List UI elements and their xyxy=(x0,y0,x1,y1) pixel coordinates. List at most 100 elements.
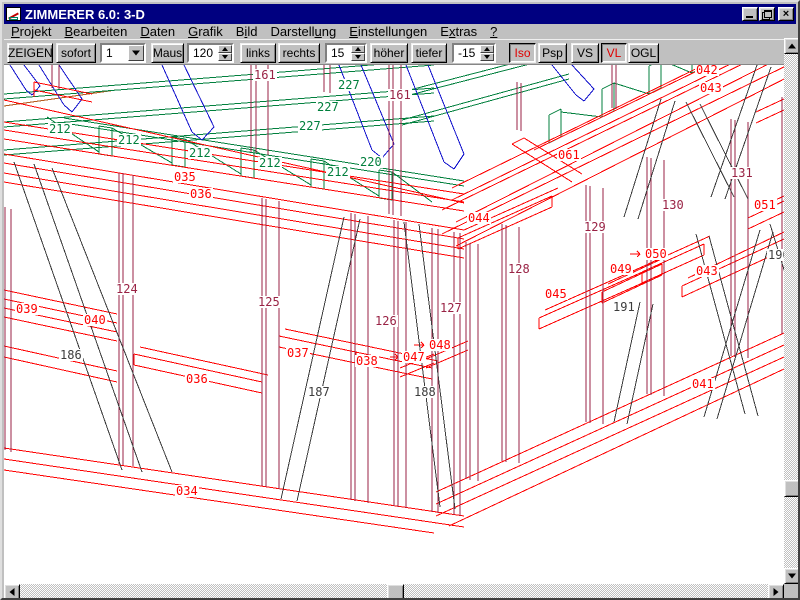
app-icon[interactable] xyxy=(6,7,21,21)
member-label-212: 212 xyxy=(49,122,71,136)
member-label-186: 186 xyxy=(60,348,82,362)
app-window: ZIMMERER 6.0: 3-D × ProjektBearbeitenDat… xyxy=(0,0,800,600)
minimize-button[interactable] xyxy=(742,7,758,21)
tiefer-button[interactable]: tiefer xyxy=(411,43,447,63)
member-label-212: 212 xyxy=(189,146,211,160)
restore-button[interactable] xyxy=(759,7,775,21)
tilt-spinner-value: -15 xyxy=(454,45,480,61)
psp-toggle[interactable]: Psp xyxy=(538,43,567,63)
member-label-127: 127 xyxy=(440,301,462,315)
maus-button[interactable]: Maus xyxy=(151,43,184,63)
view-combobox-value: 1 xyxy=(102,45,128,61)
member-label-041: 041 xyxy=(692,377,714,391)
close-button[interactable]: × xyxy=(778,7,794,21)
scroll-up-icon xyxy=(788,44,796,49)
menu-item-einstellungen[interactable]: Einstellungen xyxy=(344,24,432,39)
toolbar: ZEIGEN sofort 1 Maus 120 links rechts 15… xyxy=(4,39,796,65)
horizontal-scrollbar-thumb[interactable] xyxy=(387,584,404,600)
vertical-scrollbar[interactable] xyxy=(784,38,800,584)
member-label-051: 051 xyxy=(754,198,776,212)
step-spinner[interactable]: 15 xyxy=(325,43,367,63)
menu-item-grafik[interactable]: Grafik xyxy=(183,24,228,39)
member-label-039: 039 xyxy=(16,302,38,316)
member-label-128: 128 xyxy=(508,262,530,276)
member-number-labels: 0350360360340370380390400410420430430440… xyxy=(15,65,784,498)
member-label-126: 126 xyxy=(375,314,397,328)
scroll-right-button[interactable] xyxy=(768,584,784,600)
member-label-043: 043 xyxy=(700,81,722,95)
tilt-spin-down-button[interactable] xyxy=(480,53,494,61)
drawing-canvas[interactable]: 0350360360340370380390400410420430430440… xyxy=(4,65,784,584)
member-label-125: 125 xyxy=(258,295,280,309)
member-label-061: 061 xyxy=(558,148,580,162)
vertical-scrollbar-track[interactable] xyxy=(784,38,800,584)
member-label-161: 161 xyxy=(254,68,276,82)
member-label-050: 050 xyxy=(645,247,667,261)
minimize-icon xyxy=(746,16,753,18)
member-label-048: 048 xyxy=(429,338,451,352)
close-icon: × xyxy=(783,8,789,20)
title-bar: ZIMMERER 6.0: 3-D × xyxy=(4,4,796,24)
menu-item-extras[interactable]: Extras xyxy=(435,24,482,39)
member-label-131: 131 xyxy=(731,166,753,180)
vl-toggle[interactable]: VL xyxy=(601,43,627,63)
member-label-049: 049 xyxy=(610,262,632,276)
links-button[interactable]: links xyxy=(240,43,276,63)
member-label-036: 036 xyxy=(190,187,212,201)
member-label-047: 047 xyxy=(403,350,425,364)
tilt-spinner[interactable]: -15 xyxy=(452,43,496,63)
member-label-044: 044 xyxy=(468,211,490,225)
spin-up-icon xyxy=(222,47,228,51)
menu-item-bearbeiten[interactable]: Bearbeiten xyxy=(59,24,132,39)
menu-item-bild[interactable]: Bild xyxy=(231,24,263,39)
member-label-212: 212 xyxy=(327,165,349,179)
scrollbar-corner xyxy=(784,584,800,600)
spin-up-icon xyxy=(355,47,361,51)
member-label-187: 187 xyxy=(308,385,330,399)
member-label-220: 220 xyxy=(360,155,382,169)
zeigen-button[interactable]: ZEIGEN xyxy=(7,43,53,63)
spin-up-icon xyxy=(484,47,490,51)
member-label-038: 038 xyxy=(356,354,378,368)
step-spin-up-button[interactable] xyxy=(351,45,365,53)
vertical-scrollbar-thumb[interactable] xyxy=(784,480,800,497)
combo-arrow-icon xyxy=(132,51,140,56)
scroll-down-icon xyxy=(788,574,796,579)
rotate-spinner-value: 120 xyxy=(189,45,218,61)
member-label-040: 040 xyxy=(84,313,106,327)
combo-dropdown-button[interactable] xyxy=(128,45,144,61)
scroll-right-icon xyxy=(774,588,779,596)
sofort-button[interactable]: sofort xyxy=(56,43,96,63)
step-spin-down-button[interactable] xyxy=(351,53,365,61)
member-label-043: 043 xyxy=(696,264,718,278)
scroll-left-icon xyxy=(10,588,15,596)
member-label-191: 191 xyxy=(613,300,635,314)
view-combobox[interactable]: 1 xyxy=(100,43,146,63)
member-label-045: 045 xyxy=(545,287,567,301)
tilt-spin-up-button[interactable] xyxy=(480,45,494,53)
scroll-up-button[interactable] xyxy=(784,38,800,54)
scroll-left-button[interactable] xyxy=(4,584,20,600)
hoeher-button[interactable]: höher xyxy=(370,43,408,63)
menu-item-projekt[interactable]: Projekt xyxy=(6,24,56,39)
menu-item-daten[interactable]: Daten xyxy=(135,24,180,39)
member-label-129: 129 xyxy=(584,220,606,234)
restore-icon xyxy=(764,10,772,18)
rotate-spinner[interactable]: 120 xyxy=(187,43,234,63)
rotate-spin-down-button[interactable] xyxy=(218,53,232,61)
iso-toggle[interactable]: Iso xyxy=(509,43,536,63)
scroll-down-button[interactable] xyxy=(784,568,800,584)
ogl-toggle[interactable]: OGL xyxy=(628,43,659,63)
rotate-spin-up-button[interactable] xyxy=(218,45,232,53)
menu-item-darstellung[interactable]: Darstellung xyxy=(265,24,341,39)
member-label-042: 042 xyxy=(696,65,718,77)
menu-item-hilfe[interactable]: ? xyxy=(485,24,502,39)
step-spinner-value: 15 xyxy=(327,45,351,61)
member-label-124: 124 xyxy=(116,282,138,296)
rechts-button[interactable]: rechts xyxy=(278,43,320,63)
menu-bar: ProjektBearbeitenDatenGrafikBildDarstell… xyxy=(4,24,796,39)
member-label-227: 227 xyxy=(338,78,360,92)
vs-toggle[interactable]: VS xyxy=(571,43,599,63)
horizontal-scrollbar[interactable] xyxy=(4,584,784,600)
member-label-161: 161 xyxy=(389,88,411,102)
